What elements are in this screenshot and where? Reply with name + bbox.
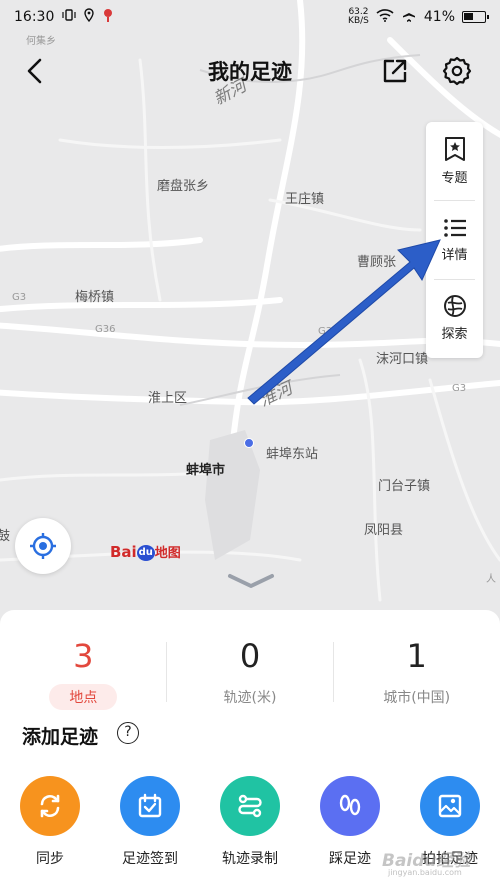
back-arrow-icon xyxy=(27,58,42,84)
sync-icon xyxy=(40,794,60,818)
logo-cn: 地图 xyxy=(154,546,181,561)
action-track-record-label: 轨迹录制 xyxy=(222,851,278,867)
add-footprint-title: 添加足迹 xyxy=(22,726,99,748)
share-button[interactable] xyxy=(378,54,412,88)
map-label-mentaizi: 门台子镇 xyxy=(378,479,431,494)
location-pin-icon xyxy=(83,8,95,26)
share-icon xyxy=(383,59,407,83)
action-sync[interactable]: 同步 xyxy=(0,776,100,868)
map-view[interactable]: 何集乡 新河 磨盘张乡 王庄镇 曹顾张 G3 梅桥镇 G36 G36 沫河口镇 … xyxy=(0,0,500,640)
battery-icon xyxy=(462,11,489,23)
side-item-details-label: 详情 xyxy=(441,248,468,263)
current-location-dot xyxy=(244,438,254,448)
logo-bai: Bai xyxy=(110,543,137,561)
map-label-gu: 鼓 xyxy=(0,529,11,544)
back-button[interactable] xyxy=(18,54,52,88)
bookmark-star-icon xyxy=(444,137,465,161)
track-record-icon xyxy=(238,794,262,818)
map-roads xyxy=(0,0,500,602)
map-label-wangzhuang: 王庄镇 xyxy=(285,192,325,207)
map-label-ren: 人 xyxy=(486,574,496,585)
watermark-url: jingyan.baidu.com xyxy=(388,868,462,877)
checkin-icon xyxy=(138,793,162,818)
action-checkin[interactable]: 足迹签到 xyxy=(100,776,200,868)
status-time: 16:30 xyxy=(14,9,55,25)
network-speed-unit: KB/S xyxy=(348,16,369,26)
map-side-panel: 专题 详情 探索 xyxy=(426,122,483,358)
action-sync-label: 同步 xyxy=(36,851,64,867)
stat-places[interactable]: 3 地点 xyxy=(0,636,167,726)
map-label-meiqiao: 梅桥镇 xyxy=(75,290,115,305)
list-icon xyxy=(443,219,466,237)
page-title: 我的足迹 xyxy=(208,60,292,84)
stat-cities-value: 1 xyxy=(406,637,427,675)
stat-cities-label: 城市(中国) xyxy=(383,690,451,706)
action-photo-circle xyxy=(420,776,480,836)
map-label-heji: 何集乡 xyxy=(26,36,56,47)
side-item-explore[interactable]: 探索 xyxy=(426,279,483,357)
help-icon[interactable]: ? xyxy=(117,722,139,744)
action-footprint-circle xyxy=(320,776,380,836)
side-item-explore-label: 探索 xyxy=(441,327,468,342)
vibrate-icon xyxy=(62,8,76,26)
stat-track-value: 0 xyxy=(239,637,261,675)
stat-places-value: 3 xyxy=(73,637,94,675)
map-label-bengbu: 蚌埠市 xyxy=(186,463,226,478)
baidu-map-logo: Bai du 地图 xyxy=(110,542,181,561)
battery-percent: 41% xyxy=(423,9,455,25)
settings-button[interactable] xyxy=(440,54,474,88)
logo-du: du xyxy=(136,544,155,561)
footprint-icon xyxy=(339,794,361,816)
expand-chevron[interactable] xyxy=(226,570,276,592)
stat-cities[interactable]: 1 城市(中国) xyxy=(333,636,500,726)
map-label-caogu: 曹顾张 xyxy=(357,255,397,270)
side-item-details[interactable]: 详情 xyxy=(426,201,483,279)
photo-map-icon xyxy=(438,794,462,818)
side-item-topics-label: 专题 xyxy=(441,171,468,186)
stat-places-label: 地点 xyxy=(49,684,118,710)
stat-divider xyxy=(166,642,167,702)
status-bar: 16:30 63.2 KB/S 41% xyxy=(0,0,500,34)
airplane-mode-icon xyxy=(401,7,417,27)
gear-icon xyxy=(442,56,472,86)
action-sync-circle xyxy=(20,776,80,836)
action-track-record[interactable]: 轨迹录制 xyxy=(200,776,300,868)
explore-icon xyxy=(443,295,466,317)
side-item-topics[interactable]: 专题 xyxy=(426,122,483,200)
title-bar: 我的足迹 xyxy=(0,48,500,92)
action-checkin-label: 足迹签到 xyxy=(122,851,178,867)
map-label-mopan: 磨盘张乡 xyxy=(157,179,210,194)
action-checkin-circle xyxy=(120,776,180,836)
stat-divider xyxy=(333,642,334,702)
crosshair-icon xyxy=(30,533,56,559)
action-track-record-circle xyxy=(220,776,280,836)
map-label-g3: G3 xyxy=(12,292,27,303)
stat-track-label: 轨迹(米) xyxy=(223,690,277,706)
wifi-icon xyxy=(376,8,394,26)
network-speed: 63.2 KB/S xyxy=(348,8,369,26)
map-label-mohekou: 沫河口镇 xyxy=(376,352,429,367)
stat-track[interactable]: 0 轨迹(米) xyxy=(167,636,334,726)
map-label-g36: G36 xyxy=(95,324,116,335)
stats-row: 3 地点 0 轨迹(米) 1 城市(中国) xyxy=(0,636,500,726)
locate-me-button[interactable] xyxy=(15,518,71,574)
map-label-g3-2: G3 xyxy=(452,383,467,394)
map-label-fengyang: 凤阳县 xyxy=(364,523,404,538)
chevron-down-icon xyxy=(228,574,274,588)
map-label-g36-2: G36 xyxy=(318,326,339,337)
map-label-bengbu-east: 蚌埠东站 xyxy=(266,447,319,462)
map-marker-icon xyxy=(102,8,114,26)
map-label-huaishang: 淮上区 xyxy=(148,391,188,406)
